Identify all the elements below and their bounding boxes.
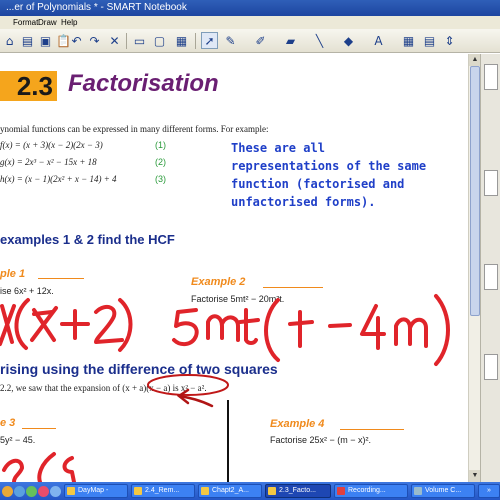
eraser-icon[interactable]: ▰: [282, 32, 299, 49]
window-title: ...er of Polynomials * - SMART Notebook: [6, 2, 187, 13]
equation-number: (3): [155, 174, 166, 184]
example-4-label: Example 4: [270, 418, 325, 430]
taskbar-button-recording[interactable]: Recording...: [334, 484, 408, 498]
equation-f: f(x) = (x + 3)(x − 2)(2x − 3): [0, 140, 103, 150]
equation-number: (1): [155, 140, 166, 150]
move-toolbar-icon[interactable]: ⇕: [441, 32, 458, 49]
ink-example-3: [2, 452, 76, 482]
difference-of-squares-text: 2.2, we saw that the expansion of (x + a…: [0, 383, 207, 393]
page-title: Factorisation: [68, 70, 219, 97]
section-number-badge: 2.3: [0, 71, 57, 101]
ink-annotations[interactable]: [0, 54, 480, 482]
example-2-task: Factorise 5mt² − 20m²t.: [191, 294, 285, 304]
attachments-tab[interactable]: [484, 264, 498, 290]
taskbar-button-volume[interactable]: Volume C...: [411, 484, 475, 498]
scrollbar-thumb[interactable]: [470, 66, 480, 316]
example-3-task: 5y² − 45.: [0, 435, 36, 445]
toolbar: ⌂ ▤ ▣ 📋 ↶ ↷ ✕ ▭ ▢ ▦ ➚ ✎ ✐ ▰ ╲ ◆ A ▦ ▤ ⇕: [0, 29, 500, 53]
side-panel: [480, 54, 500, 482]
divider: [38, 278, 84, 279]
pen-icon[interactable]: ✎: [222, 32, 239, 49]
page-sorter-tab[interactable]: [484, 64, 498, 90]
vertical-scrollbar[interactable]: ▲ ▼: [468, 54, 481, 482]
intro-text: ynomial functions can be expressed in ma…: [0, 124, 269, 134]
taskbar-button-chapt[interactable]: Chapt2_A...: [198, 484, 262, 498]
firefox-icon[interactable]: [2, 485, 13, 497]
undo-icon[interactable]: ↶: [68, 32, 85, 49]
taskbar-button-facto[interactable]: 2.3_Facto...: [265, 484, 331, 498]
taskbar-button-rem[interactable]: 2.4_Rem...: [131, 484, 195, 498]
typed-annotation[interactable]: These are all representations of the sam…: [231, 139, 431, 211]
quick-launch: [0, 482, 62, 500]
window-title-bar: ...er of Polynomials * - SMART Notebook: [0, 0, 500, 16]
divider: [22, 428, 56, 429]
menu-format[interactable]: Format: [13, 16, 38, 29]
gallery-tab[interactable]: [484, 170, 498, 196]
taskbar-button-daymap[interactable]: DayMap -: [64, 484, 128, 498]
example-3-label: e 3: [0, 417, 16, 429]
notebook-icon: [268, 487, 276, 495]
equation-h: h(x) = (x − 1)(2x² + x − 14) + 4: [0, 174, 117, 184]
notebook-page[interactable]: 2.3 Factorisation ynomial functions can …: [0, 54, 480, 482]
screen-shade-icon[interactable]: ▭: [131, 32, 148, 49]
example-1-label: ple 1: [0, 268, 26, 280]
folder-icon: [201, 487, 209, 495]
ink-example-1: [0, 298, 133, 352]
app-icon[interactable]: [26, 485, 37, 497]
example-4-task: Factorise 25x² − (m − x)².: [270, 435, 372, 445]
taskbar: DayMap - 2.4_Rem... Chapt2_A... 2.3_Fact…: [0, 482, 500, 500]
hcf-heading[interactable]: examples 1 & 2 find the HCF: [0, 232, 175, 247]
delete-icon[interactable]: ✕: [106, 32, 123, 49]
line-icon[interactable]: ╲: [311, 32, 328, 49]
ie-icon[interactable]: [14, 485, 25, 497]
difference-of-squares-heading: rising using the difference of two squar…: [0, 361, 278, 377]
properties-icon[interactable]: ▦: [400, 32, 417, 49]
text-icon[interactable]: A: [370, 32, 387, 49]
menu-bar: Format Draw Help: [0, 16, 500, 29]
home-icon[interactable]: ⌂: [1, 32, 18, 49]
properties-tab[interactable]: [484, 354, 498, 380]
volume-icon: [414, 487, 422, 495]
ink-example-2: [172, 294, 450, 366]
example-2-label: Example 2: [191, 276, 246, 288]
properties-icon-2[interactable]: ▤: [421, 32, 438, 49]
equation-g: g(x) = 2x³ − x² − 15x + 18: [0, 157, 97, 167]
save-icon[interactable]: ▣: [37, 32, 54, 49]
recording-icon: [337, 487, 345, 495]
menu-help[interactable]: Help: [61, 16, 77, 29]
fill-icon[interactable]: ◆: [340, 32, 357, 49]
fullscreen-icon[interactable]: ▢: [151, 32, 168, 49]
app-icon[interactable]: [38, 485, 49, 497]
example-1-task: ise 6x² + 12x.: [0, 286, 54, 296]
redo-icon[interactable]: ↷: [86, 32, 103, 49]
divider: [340, 429, 404, 430]
taskbar-overflow-button[interactable]: »: [478, 484, 500, 498]
divider: [263, 287, 323, 288]
menu-draw[interactable]: Draw: [38, 16, 57, 29]
highlighter-icon[interactable]: ✐: [252, 32, 269, 49]
notebook-icon: [134, 487, 142, 495]
table-icon[interactable]: ▦: [173, 32, 190, 49]
equation-number: (2): [155, 157, 166, 167]
open-icon[interactable]: ▤: [19, 32, 36, 49]
app-icon[interactable]: [50, 485, 61, 497]
select-icon[interactable]: ➚: [201, 32, 218, 49]
browser-icon: [67, 487, 75, 495]
